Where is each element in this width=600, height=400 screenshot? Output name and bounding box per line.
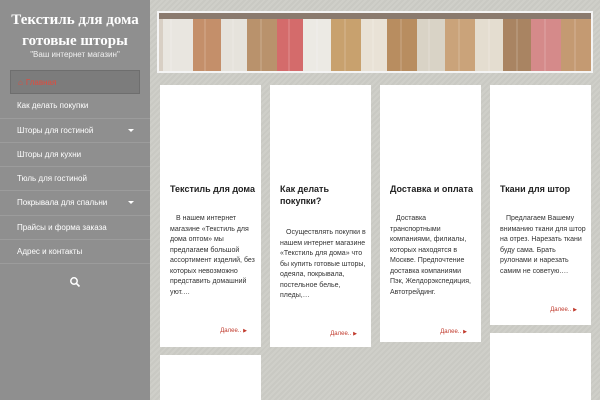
- read-more-link[interactable]: Далее.. ▶: [440, 329, 467, 335]
- menu-item-label: Как делать покупки: [17, 101, 89, 111]
- sidebar: Текстиль для дома готовые шторы "Ваш инт…: [0, 0, 150, 400]
- read-more-label: Далее..: [220, 328, 242, 334]
- arrow-right-icon: ▶: [463, 329, 467, 335]
- post-card: Доставка и оплата Доставка транспортными…: [380, 85, 481, 342]
- menu-item-label: Шторы для кухни: [17, 149, 82, 159]
- menu-item-label: Адрес и контакты: [17, 247, 83, 257]
- arrow-right-icon: ▶: [353, 331, 357, 337]
- caret-down-icon[interactable]: [128, 128, 134, 132]
- search-icon[interactable]: [69, 276, 81, 288]
- arrow-right-icon: ▶: [573, 307, 577, 313]
- menu-item-contacts[interactable]: Адрес и контакты: [0, 240, 150, 265]
- read-more-label: Далее..: [550, 307, 572, 313]
- post-title[interactable]: Ткани для штор: [500, 183, 586, 195]
- menu-item-tulle[interactable]: Тюль для гостиной: [0, 167, 150, 192]
- menu-item-home[interactable]: ⌂ Главная: [10, 70, 140, 95]
- post-card: Ткани для штор Предлагаем Вашему внимани…: [490, 85, 591, 325]
- post-title[interactable]: Как делать покупки?: [280, 183, 366, 207]
- site-tagline: "Ваш интернет магазин": [30, 50, 120, 59]
- read-more-label: Далее..: [440, 329, 462, 335]
- caret-down-icon[interactable]: [128, 201, 134, 205]
- site-title-line1[interactable]: Текстиль для дома: [0, 10, 150, 31]
- header-banner-image: [157, 11, 593, 73]
- menu-item-prices-order[interactable]: Прайсы и форма заказа: [0, 216, 150, 241]
- site-title-line2[interactable]: готовые шторы: [0, 31, 150, 52]
- menu-item-label: Тюль для гостиной: [17, 174, 87, 184]
- read-more-link[interactable]: Далее.. ▶: [220, 328, 247, 334]
- read-more-link[interactable]: Далее.. ▶: [550, 307, 577, 313]
- main-menu: ⌂ Главная Как делать покупки Шторы для го…: [0, 70, 150, 265]
- post-card: [160, 355, 261, 400]
- menu-item-label: Главная: [25, 78, 57, 87]
- post-card: Как делать покупки? Осуществлять покупки…: [270, 85, 371, 347]
- post-excerpt: Предлагаем Вашему вниманию ткани для што…: [500, 215, 586, 275]
- menu-item-living-room-curtains[interactable]: Шторы для гостиной: [0, 119, 150, 143]
- read-more-link[interactable]: Далее.. ▶: [330, 331, 357, 337]
- post-title[interactable]: Текстиль для дома: [170, 183, 256, 195]
- home-icon: ⌂: [18, 78, 23, 87]
- menu-item-bedspreads[interactable]: Покрывала для спальни: [0, 191, 150, 216]
- post-card: Текстиль для дома В нашем интернет магаз…: [160, 85, 261, 347]
- post-excerpt: Осуществлять покупки в нашем интернет ма…: [280, 229, 366, 299]
- post-title[interactable]: Доставка и оплата: [390, 183, 476, 195]
- site-title[interactable]: Текстиль для дома готовые шторы: [0, 10, 150, 52]
- menu-item-label: Прайсы и форма заказа: [17, 222, 107, 232]
- post-card: [490, 333, 591, 400]
- menu-item-how-to-buy[interactable]: Как делать покупки: [0, 94, 150, 119]
- menu-item-kitchen-curtains[interactable]: Шторы для кухни: [0, 143, 150, 168]
- post-excerpt: В нашем интернет магазине «Текстиль для …: [170, 215, 255, 296]
- read-more-label: Далее..: [330, 331, 352, 337]
- menu-item-label: Покрывала для спальни: [17, 198, 108, 208]
- curtains-photo: [159, 13, 591, 71]
- post-excerpt: Доставка транспортными компаниями, филиа…: [390, 215, 471, 296]
- arrow-right-icon: ▶: [243, 328, 247, 334]
- menu-item-label: Шторы для гостиной: [17, 125, 94, 135]
